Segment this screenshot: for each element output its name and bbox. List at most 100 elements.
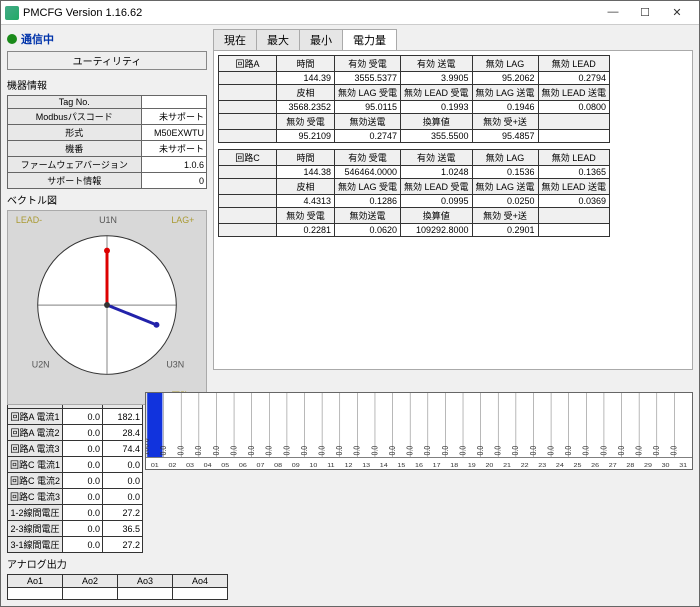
harm-latest: 0.0 [63,521,103,537]
bar-category: 18 [450,463,458,469]
bar-value: 0.0 [282,446,292,455]
harm-row-label: 回路A 電流2 [8,425,63,441]
value-cell: 355.5500 [401,130,473,143]
bar-value: 0.0 [194,446,204,455]
tab-電力量[interactable]: 電力量 [342,29,397,50]
col-header: 有効 受電 [335,56,401,72]
tab-最小[interactable]: 最小 [299,29,343,50]
harm-latest: 0.0 [63,425,103,441]
bar-value: 0.0 [616,446,626,455]
value-cell: 0.1993 [401,101,473,114]
harm-max: 0.0 [103,457,143,473]
bar-category: 05 [221,463,229,469]
bar-value: 0.0 [264,446,274,455]
value-cell: 109292.8000 [401,224,473,237]
bar-category: 15 [397,463,405,469]
ao-header: Ao2 [63,575,118,588]
col-header: 有効 受電 [335,150,401,166]
bar-value: 0.0 [440,446,450,455]
value-cell: 0.1286 [335,195,401,208]
harm-max: 27.2 [103,505,143,521]
sub-header: 無効送電 [335,208,401,224]
sub-header: 無効 LAG 送電 [472,85,538,101]
maximize-button[interactable]: ☐ [635,6,655,19]
bar-category: 21 [503,463,511,469]
row-spacer [219,72,277,85]
bar-value: 0.0 [563,446,573,455]
row-spacer [219,224,277,237]
row-spacer [219,208,277,224]
info-key: 機番 [8,141,142,157]
titlebar: PMCFG Version 1.16.62 — ☐ ✕ [1,1,699,25]
bar-value: 0.0 [334,446,344,455]
bar-category: 28 [626,463,634,469]
bar-category: 11 [327,463,335,469]
bar-value: 0.0 [669,446,679,455]
bar-value: 0.0 [581,446,591,455]
sub-header: 皮相 [277,85,335,101]
bar-category: 25 [574,463,582,469]
bar-value: 0.0 [475,446,485,455]
info-key: サポート情報 [8,173,142,189]
sub-header: 皮相 [277,179,335,195]
bar-value: 100.0 [146,438,151,455]
bar-category: 27 [609,463,617,469]
ao-value [173,588,228,600]
info-key: 形式 [8,125,142,141]
bar-value: 0.0 [158,446,168,455]
sub-header: 無効 受+送 [472,208,538,224]
bar-value: 0.0 [458,446,468,455]
bar-category: 10 [309,463,317,469]
sub-header [538,208,610,224]
bar-value: 0.0 [599,446,609,455]
close-button[interactable]: ✕ [667,6,687,19]
bar-category: 06 [239,463,247,469]
tab-現在[interactable]: 現在 [213,29,257,50]
bar-category: 26 [591,463,599,469]
bar-category: 03 [186,463,194,469]
bar-category: 08 [274,463,282,469]
value-cell: 0.0369 [538,195,610,208]
bar-value: 0.0 [546,446,556,455]
row-spacer [219,85,277,101]
bar-value: 0.0 [405,446,415,455]
lead-label: LEAD- [16,215,42,225]
info-key: Tag No. [8,96,142,109]
harm-max: 0.0 [103,489,143,505]
bar-category: 16 [415,463,423,469]
sub-header: 無効 受電 [277,114,335,130]
sub-header: 換算値 [401,114,473,130]
info-val: 1.0.6 [141,157,206,173]
ao-header: Ao3 [118,575,173,588]
col-header: 無効 LAG [472,150,538,166]
harm-max: 74.4 [103,441,143,457]
bar-category: 04 [204,463,212,469]
harm-max: 28.4 [103,425,143,441]
bar-value: 0.0 [211,446,221,455]
bar-value: 0.0 [651,446,661,455]
value-cell: 0.1536 [472,166,538,179]
harm-latest: 0.0 [63,409,103,425]
sub-header: 無効 LEAD 送電 [538,179,610,195]
tab-最大[interactable]: 最大 [256,29,300,50]
bar-category: 19 [468,463,476,469]
harm-latest: 0.0 [63,473,103,489]
bar-category: 02 [168,463,176,469]
row-spacer [219,195,277,208]
bar-value: 0.0 [352,446,362,455]
value-cell: 546464.0000 [335,166,401,179]
info-key: Modbusパスコード [8,109,142,125]
utility-button[interactable]: ユーティリティ [7,51,207,70]
value-cell: 0.0995 [401,195,473,208]
sub-header [538,114,610,130]
col-header: 時間 [277,56,335,72]
ao-value [8,588,63,600]
vector-diagram: LEAD- LAG+ U1N U2N U3N 回路A [7,210,207,405]
harm-row-label: 回路A 電流1 [8,409,63,425]
value-cell: 144.38 [277,166,335,179]
bar-value: 0.0 [246,446,256,455]
bar-value: 0.0 [229,446,239,455]
minimize-button[interactable]: — [603,6,623,19]
bar-category: 20 [486,463,494,469]
value-cell: 0.0800 [538,101,610,114]
